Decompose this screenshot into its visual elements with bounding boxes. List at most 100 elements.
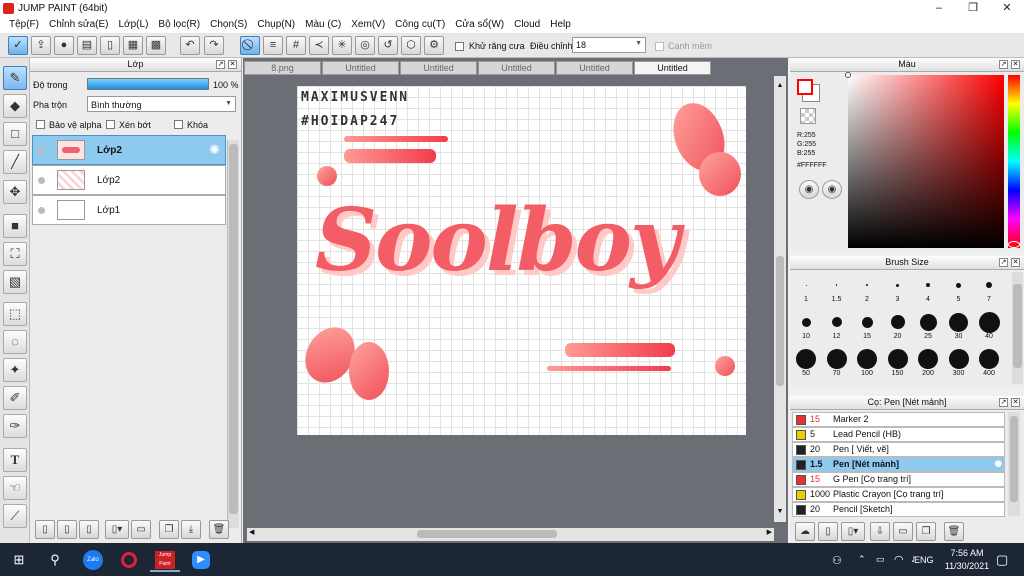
edge-checkbox[interactable] xyxy=(655,41,664,52)
brush-size-option[interactable]: 10 xyxy=(792,311,820,340)
brush-size-option[interactable]: 2 xyxy=(853,274,881,303)
taskbar-app-zalo[interactable]: Zalo xyxy=(78,547,108,572)
panel-close-icon[interactable]: ✕ xyxy=(1011,60,1020,69)
language-indicator[interactable]: ENG xyxy=(914,555,934,565)
curve-icon[interactable]: ↺ xyxy=(378,36,398,55)
brush-list-scrollbar[interactable] xyxy=(1008,412,1020,516)
brush-size-option[interactable]: 1.5 xyxy=(823,274,851,303)
brush-size-option[interactable]: 200 xyxy=(914,348,942,377)
panel-close-icon[interactable]: ✕ xyxy=(1011,258,1020,267)
blend-dropdown[interactable]: Bình thường ▼ xyxy=(87,96,236,112)
layer-scrollbar-thumb[interactable] xyxy=(229,144,238,514)
parallel-ruler-icon[interactable]: ≡ xyxy=(263,36,283,55)
new-brush-icon[interactable]: ▯ xyxy=(818,522,838,541)
bucket-tool-icon[interactable]: ⛶ xyxy=(3,242,27,266)
layer-scrollbar[interactable] xyxy=(227,140,239,528)
brush-size-option[interactable]: 3 xyxy=(884,274,912,303)
clip-checkbox[interactable] xyxy=(106,119,115,130)
panel-layout-icon[interactable]: ▦ xyxy=(123,36,143,55)
new-layer-icon[interactable]: ▯ xyxy=(35,520,55,539)
tray-app-icon[interactable]: ▭ xyxy=(876,554,885,565)
undock-icon[interactable]: ↗ xyxy=(999,258,1008,267)
hue-slider-handle[interactable] xyxy=(1008,241,1020,248)
brush-list-item[interactable]: 5 Lead Pencil (HB) xyxy=(792,427,1005,442)
menu-select[interactable]: Chọn(S) xyxy=(205,17,252,33)
scroll-right-icon[interactable]: ▶ xyxy=(767,528,772,536)
brush-trash-icon[interactable]: 🗑 xyxy=(944,522,964,541)
scroll-down-icon[interactable]: ▼ xyxy=(775,508,785,522)
fill-rect-tool-icon[interactable]: ■ xyxy=(3,214,27,238)
undock-icon[interactable]: ↗ xyxy=(216,60,225,69)
menu-file[interactable]: Tệp(F) xyxy=(4,17,44,33)
brush-import-icon[interactable]: ⇩ xyxy=(870,522,890,541)
brush-size-option[interactable]: 25 xyxy=(914,311,942,340)
menu-layer[interactable]: Lớp(L) xyxy=(114,17,154,33)
taskbar-app-opera[interactable] xyxy=(114,547,144,572)
adjust-dropdown[interactable]: 18 ▼ xyxy=(572,37,646,53)
visibility-icon[interactable] xyxy=(38,177,45,184)
magic-wand-icon[interactable]: ✦ xyxy=(3,358,27,382)
brush-size-option[interactable]: 30 xyxy=(945,311,973,340)
scroll-left-icon[interactable]: ◀ xyxy=(249,528,254,536)
settings-icon[interactable]: ⚙ xyxy=(424,36,444,55)
hand-tool-icon[interactable]: ☜ xyxy=(3,476,27,500)
hue-slider[interactable] xyxy=(1008,75,1020,248)
shape-icon[interactable]: ⬡ xyxy=(401,36,421,55)
brush-list-item[interactable]: 1000 Plastic Crayon [Cọ trang trí] xyxy=(792,487,1005,502)
folder-icon[interactable]: ▭ xyxy=(131,520,151,539)
layer-row[interactable]: Lớp2 ✺ xyxy=(32,135,226,165)
gear-icon[interactable]: ✺ xyxy=(209,142,220,158)
brush-size-option[interactable]: 40 xyxy=(975,311,1003,340)
menu-edit[interactable]: Chỉnh sửa(E) xyxy=(44,17,114,33)
concentric-icon[interactable]: ◎ xyxy=(355,36,375,55)
panel-close-icon[interactable]: ✕ xyxy=(228,60,237,69)
brush-list-scrollbar-thumb[interactable] xyxy=(1010,416,1018,502)
undock-icon[interactable]: ↗ xyxy=(999,398,1008,407)
trash-icon[interactable]: 🗑 xyxy=(209,520,229,539)
tab-doc-4[interactable]: Untitled xyxy=(478,61,555,75)
tab-doc-5[interactable]: Untitled xyxy=(556,61,633,75)
move-tool-icon[interactable]: ✥ xyxy=(3,180,27,204)
drawing-canvas[interactable]: MAXIMUSVENN #HOIDAP247 Soolboy xyxy=(295,86,746,435)
brush-size-option[interactable]: 300 xyxy=(945,348,973,377)
speech-bubble-icon[interactable]: ● xyxy=(54,36,74,55)
primary-color-swatch[interactable] xyxy=(797,79,813,95)
brush-size-option[interactable]: 12 xyxy=(823,311,851,340)
brush-list-item[interactable]: 15 Marker 2 xyxy=(792,412,1005,427)
menu-tools[interactable]: Công cụ(T) xyxy=(390,17,450,33)
protect-alpha-checkbox[interactable] xyxy=(36,119,45,130)
taskbar-app-zoom[interactable]: ▶ xyxy=(186,547,216,572)
select-eraser-icon[interactable]: ✑ xyxy=(3,414,27,438)
brush-size-option[interactable]: 1 xyxy=(792,274,820,303)
brush-size-scrollbar-thumb[interactable] xyxy=(1013,284,1022,368)
tab-doc-2[interactable]: Untitled xyxy=(322,61,399,75)
line-tool-icon[interactable]: ╱ xyxy=(3,150,27,174)
brush-duplicate-icon[interactable]: ❐ xyxy=(916,522,936,541)
maximize-button[interactable]: ❐ xyxy=(956,0,990,17)
brush-size-option[interactable]: 7 xyxy=(975,274,1003,303)
eyedropper-tool-icon[interactable]: ⟋ xyxy=(3,504,27,528)
tab-doc-1[interactable]: 8.png xyxy=(244,61,321,75)
windows-start-icon[interactable]: ⊞ xyxy=(4,547,34,572)
tab-doc-3[interactable]: Untitled xyxy=(400,61,477,75)
close-button[interactable]: ✕ xyxy=(990,0,1024,17)
vertical-scrollbar[interactable]: ▲ ▼ xyxy=(774,76,786,522)
menu-view[interactable]: Xem(V) xyxy=(346,17,390,33)
antialias-checkbox[interactable] xyxy=(455,41,464,52)
grid-snap-icon[interactable]: # xyxy=(286,36,306,55)
add-layer-menu-icon[interactable]: ▯▾ xyxy=(105,520,129,539)
brush-list-item[interactable]: 1.5 Pen [Nét mảnh] ✺ xyxy=(792,457,1005,472)
gradient-tool-icon[interactable]: ▧ xyxy=(3,270,27,294)
eraser-tool-icon[interactable]: ◆ xyxy=(3,94,27,118)
export-icon[interactable]: ⇪ xyxy=(31,36,51,55)
menu-capture[interactable]: Chụp(N) xyxy=(252,17,300,33)
brush-folder-icon[interactable]: ▭ xyxy=(893,522,913,541)
color-palette-menu-icon[interactable]: ◉ xyxy=(822,180,842,199)
visibility-icon[interactable] xyxy=(38,147,45,154)
brush-size-option[interactable]: 150 xyxy=(884,348,912,377)
brush-tool-icon[interactable]: ✎ xyxy=(3,66,27,90)
menu-window[interactable]: Cửa sổ(W) xyxy=(450,17,509,33)
tab-doc-6[interactable]: Untitled xyxy=(634,61,711,75)
brush-cloud-icon[interactable]: ☁ xyxy=(795,522,815,541)
brush-size-option[interactable]: 50 xyxy=(792,348,820,377)
